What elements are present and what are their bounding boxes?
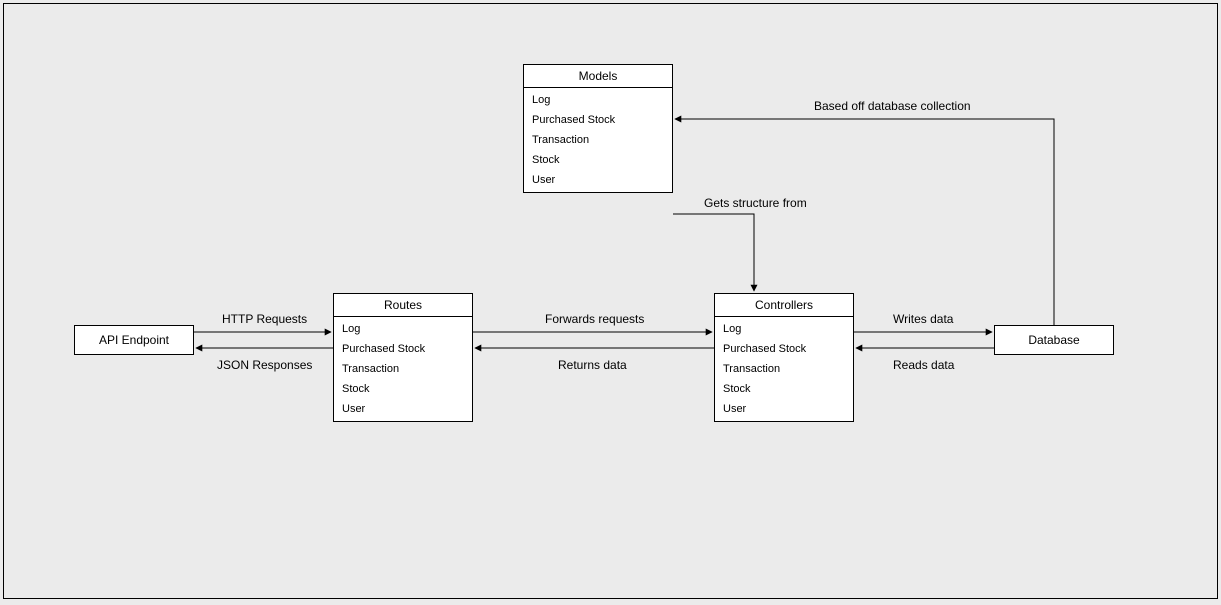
edge-label-gets-structure: Gets structure from (704, 196, 807, 210)
node-api-endpoint-label: API Endpoint (99, 333, 169, 347)
list-item: Transaction (715, 359, 853, 379)
list-item: User (524, 170, 672, 190)
list-item: Stock (524, 150, 672, 170)
list-item: User (334, 399, 472, 419)
list-item: User (715, 399, 853, 419)
edge-label-forwards-requests: Forwards requests (545, 312, 644, 326)
node-models-title: Models (524, 65, 672, 88)
node-models: Models Log Purchased Stock Transaction S… (523, 64, 673, 193)
edge-label-writes-data: Writes data (893, 312, 953, 326)
list-item: Purchased Stock (334, 339, 472, 359)
list-item: Stock (334, 379, 472, 399)
edge-label-based-off: Based off database collection (814, 99, 971, 113)
node-controllers: Controllers Log Purchased Stock Transact… (714, 293, 854, 422)
list-item: Transaction (524, 130, 672, 150)
list-item: Log (715, 319, 853, 339)
list-item: Log (334, 319, 472, 339)
node-api-endpoint: API Endpoint (74, 325, 194, 355)
node-controllers-title: Controllers (715, 294, 853, 317)
list-item: Purchased Stock (715, 339, 853, 359)
node-database: Database (994, 325, 1114, 355)
edge-label-reads-data: Reads data (893, 358, 954, 372)
node-routes-list: Log Purchased Stock Transaction Stock Us… (334, 317, 472, 421)
diagram-canvas: API Endpoint Routes Log Purchased Stock … (3, 3, 1218, 599)
edge-label-http-requests: HTTP Requests (222, 312, 307, 326)
edge-label-json-responses: JSON Responses (217, 358, 312, 372)
node-database-label: Database (1028, 333, 1079, 347)
list-item: Purchased Stock (524, 110, 672, 130)
node-models-list: Log Purchased Stock Transaction Stock Us… (524, 88, 672, 192)
list-item: Transaction (334, 359, 472, 379)
node-routes-title: Routes (334, 294, 472, 317)
edge-label-returns-data: Returns data (558, 358, 627, 372)
list-item: Stock (715, 379, 853, 399)
node-routes: Routes Log Purchased Stock Transaction S… (333, 293, 473, 422)
node-controllers-list: Log Purchased Stock Transaction Stock Us… (715, 317, 853, 421)
list-item: Log (524, 90, 672, 110)
